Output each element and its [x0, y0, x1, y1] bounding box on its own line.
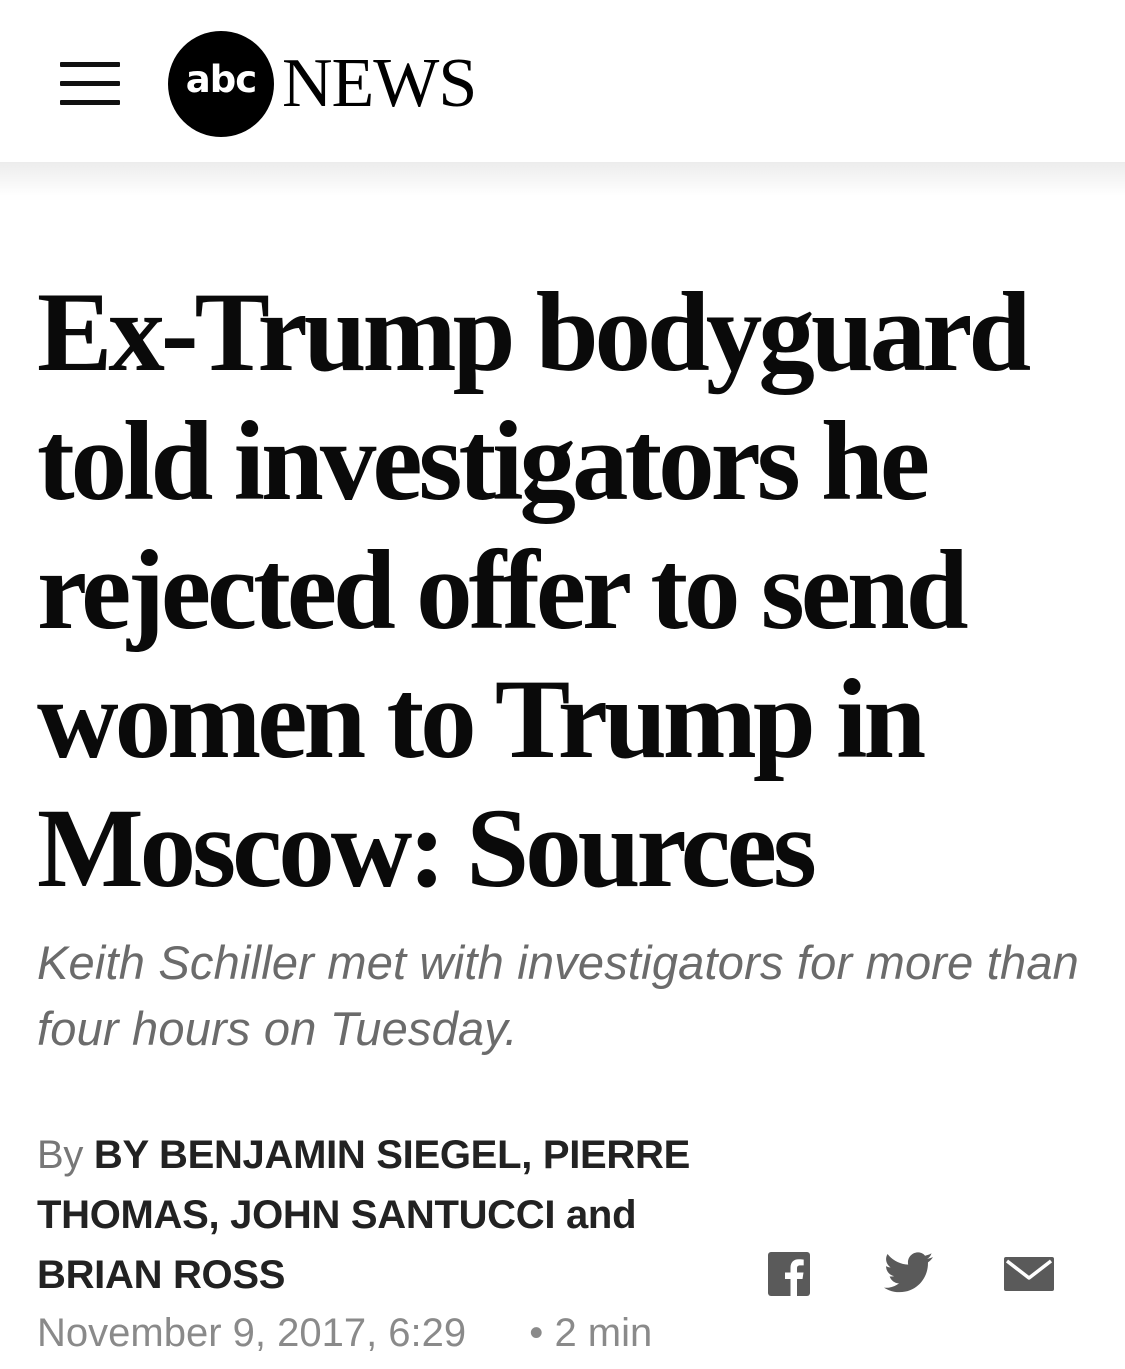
site-header: abc NEWS — [0, 0, 1125, 162]
article-date: November 9, 2017, 6:29 — [37, 1311, 467, 1355]
hamburger-menu-icon[interactable] — [60, 62, 120, 106]
byline-last-author[interactable]: BRIAN ROSS — [37, 1253, 285, 1297]
facebook-icon[interactable] — [768, 1252, 810, 1298]
email-icon[interactable] — [1004, 1252, 1054, 1298]
logo-news-text: NEWS — [282, 45, 477, 122]
twitter-icon[interactable] — [884, 1252, 934, 1298]
meta-separator: • — [529, 1311, 544, 1355]
byline-joiner: and — [565, 1193, 637, 1237]
logo-abc-text: abc — [185, 58, 257, 101]
article-subheadline: Keith Schiller met with investigators fo… — [37, 936, 1080, 1055]
header-shadow — [0, 162, 1125, 196]
article-headline: Ex-Trump bodyguard told investigators he… — [37, 270, 1031, 911]
article-meta: November 9, 2017, 6:29 • 2 min — [37, 1303, 737, 1363]
abc-logo-circle: abc — [168, 31, 274, 137]
byline-prefix: By — [37, 1133, 84, 1177]
read-time: 2 min — [554, 1311, 653, 1355]
article-byline: By BY BENJAMIN SIEGEL, PIERRE THOMAS, JO… — [37, 1125, 737, 1305]
